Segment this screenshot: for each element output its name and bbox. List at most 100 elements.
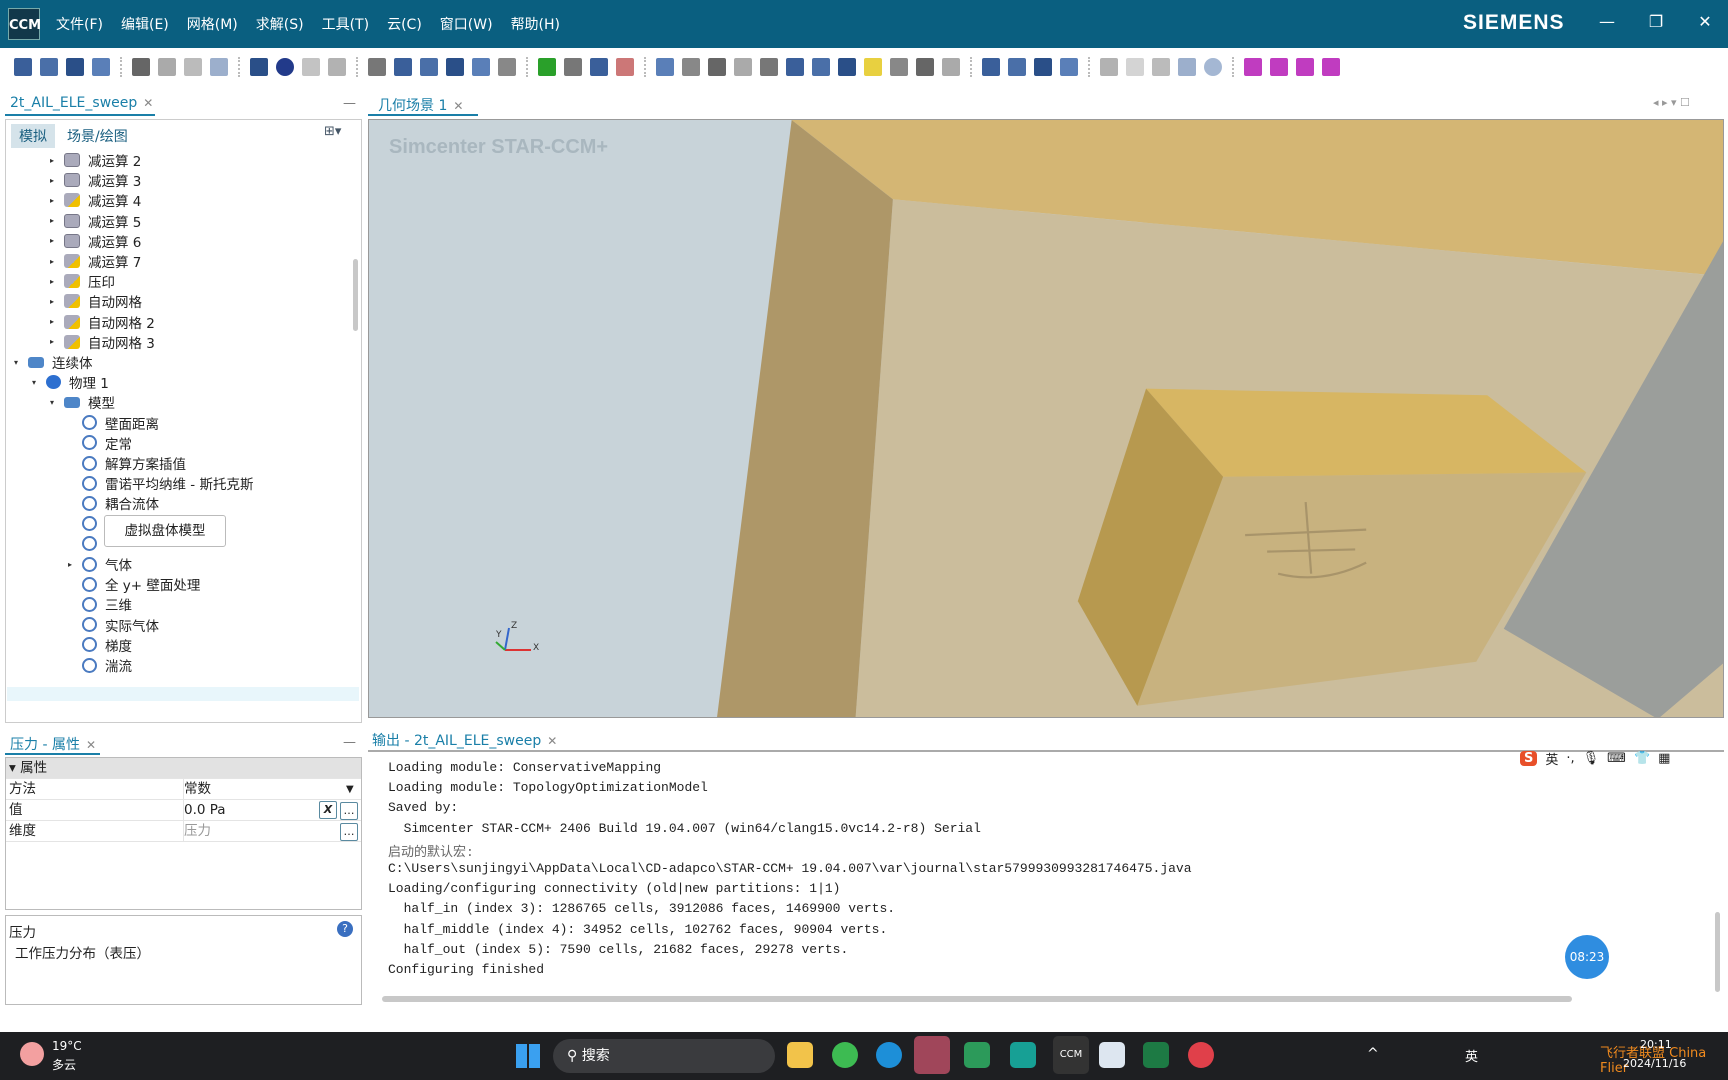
filter-icon[interactable]: [394, 58, 412, 76]
redo-icon[interactable]: [210, 58, 228, 76]
scene-icon[interactable]: [656, 58, 674, 76]
shirt-icon[interactable]: 👕: [1634, 751, 1650, 766]
tree-item[interactable]: 湍流: [68, 655, 132, 675]
menu-item[interactable]: 窗口(W): [440, 14, 493, 34]
volume-icon[interactable]: [498, 58, 516, 76]
edge-icon[interactable]: [876, 1042, 902, 1068]
save-as-icon[interactable]: [92, 58, 110, 76]
tree-options-icon[interactable]: ⊞▾: [324, 124, 341, 139]
expand-arrow-icon[interactable]: ▸: [50, 297, 60, 306]
record-icon[interactable]: [276, 58, 294, 76]
menu-item[interactable]: 求解(S): [256, 14, 304, 34]
flag-icon[interactable]: [538, 58, 556, 76]
light-icon[interactable]: [1060, 58, 1078, 76]
tree-item[interactable]: ▸ 减运算 5: [50, 211, 141, 231]
minimize-panel-button[interactable]: —: [343, 96, 356, 111]
clock-time[interactable]: 20:11: [1640, 1038, 1672, 1051]
tree-item[interactable]: ▾ 模型: [50, 392, 115, 412]
close-icon[interactable]: ✕: [86, 738, 96, 752]
tree-item[interactable]: ▾ 物理 1: [32, 372, 109, 392]
part-a-icon[interactable]: [1244, 58, 1262, 76]
table-icon[interactable]: [942, 58, 960, 76]
play-icon[interactable]: [1100, 58, 1118, 76]
tree-scrollbar[interactable]: [353, 259, 358, 331]
menu-item[interactable]: 编辑(E): [121, 14, 169, 34]
minimize-panel-button[interactable]: —: [343, 735, 356, 750]
new-sim-icon[interactable]: [14, 58, 32, 76]
chevron-down-icon[interactable]: ▼: [346, 779, 354, 800]
tree-item[interactable]: 梯度: [68, 635, 132, 655]
menu-item[interactable]: 云(C): [387, 14, 422, 34]
help-icon[interactable]: ?: [337, 921, 353, 937]
tab-output[interactable]: 输出 - 2t_AIL_ELE_sweep ✕: [372, 730, 557, 750]
search-box[interactable]: ⚲ 搜索: [553, 1039, 775, 1073]
tree-item[interactable]: 定常: [68, 433, 132, 453]
prev-icon[interactable]: [1152, 58, 1170, 76]
tree-item[interactable]: 雷诺平均纳维 - 斯托克斯: [68, 473, 253, 493]
undo-icon[interactable]: [184, 58, 202, 76]
tree-item[interactable]: ▾ 连续体: [14, 352, 93, 372]
tree-item[interactable]: 全 y+ 壁面处理: [68, 574, 200, 594]
tree-item[interactable]: [68, 534, 105, 554]
expand-arrow-icon[interactable]: ▸: [50, 277, 60, 286]
menu-item[interactable]: 工具(T): [322, 14, 369, 34]
wechat-icon[interactable]: [832, 1042, 858, 1068]
method-select[interactable]: 常数: [184, 779, 211, 800]
forward-icon[interactable]: [812, 58, 830, 76]
subtab-scenes[interactable]: 场景/绘图: [59, 124, 136, 148]
tree-item[interactable]: ▸ 减运算 3: [50, 170, 141, 190]
value-input[interactable]: 0.0 Pa: [184, 800, 226, 821]
circle-icon[interactable]: [1204, 58, 1222, 76]
close-button[interactable]: ✕: [1690, 12, 1720, 31]
surface-icon[interactable]: [472, 58, 490, 76]
3d-viewport[interactable]: Simcenter STAR-CCM+ X Z Y: [368, 119, 1724, 718]
select-icon[interactable]: [734, 58, 752, 76]
part-b-icon[interactable]: [1270, 58, 1288, 76]
output-hscrollbar[interactable]: [382, 996, 1572, 1002]
tree-item[interactable]: [68, 514, 105, 534]
tray-chevron-icon[interactable]: ^: [1367, 1046, 1379, 1062]
excel-icon[interactable]: [1143, 1042, 1169, 1068]
tab-properties[interactable]: 压力 - 属性 ✕: [10, 734, 96, 754]
start-icon[interactable]: [516, 1044, 540, 1068]
view-3d-icon[interactable]: [838, 58, 856, 76]
notepad-icon[interactable]: [1099, 1042, 1125, 1068]
tab-simulation[interactable]: 2t_AIL_ELE_sweep ✕: [10, 95, 153, 111]
timer-bubble[interactable]: 08:23: [1565, 935, 1609, 979]
expand-arrow-icon[interactable]: ▸: [50, 257, 60, 266]
ellipsis-button[interactable]: …: [340, 802, 358, 820]
tree-item[interactable]: ▸ 减运算 6: [50, 231, 141, 251]
mesh-icon[interactable]: [420, 58, 438, 76]
geometry-icon[interactable]: [368, 58, 386, 76]
close-icon[interactable]: ✕: [453, 99, 463, 113]
tab-geometry-scene[interactable]: 几何场景 1 ✕: [378, 95, 463, 115]
grid-icon[interactable]: ▦: [1658, 751, 1670, 766]
tree-item[interactable]: ▸ 自动网格 3: [50, 332, 155, 352]
expand-arrow-icon[interactable]: ▸: [50, 176, 60, 185]
table2-icon[interactable]: [1008, 58, 1026, 76]
keyboard-icon[interactable]: ⌨: [1607, 751, 1626, 766]
expand-arrow-icon[interactable]: ▾: [14, 358, 24, 367]
ellipsis-button[interactable]: …: [340, 823, 358, 841]
ime-lang[interactable]: 英: [1545, 749, 1558, 768]
tree-item[interactable]: 实际气体: [68, 615, 159, 635]
tree-item[interactable]: ▸ 压印: [50, 271, 115, 291]
tree-item[interactable]: 解算方案插值: [68, 453, 186, 473]
tree-item[interactable]: 耦合流体: [68, 493, 159, 513]
delete-mesh-icon[interactable]: [446, 58, 464, 76]
restore-button[interactable]: ❐: [1641, 12, 1671, 31]
expand-arrow-icon[interactable]: ▸: [50, 337, 60, 346]
step-icon[interactable]: [564, 58, 582, 76]
tree-item[interactable]: ▸ 减运算 7: [50, 251, 141, 271]
output-vscrollbar[interactable]: [1715, 912, 1720, 992]
remote-icon[interactable]: [964, 1042, 990, 1068]
tree-item[interactable]: 壁面距离: [68, 413, 159, 433]
tree-item[interactable]: ▸ 自动网格 2: [50, 312, 155, 332]
expand-arrow-icon[interactable]: ▾: [50, 398, 60, 407]
run-icon[interactable]: [250, 58, 268, 76]
file-explorer-icon[interactable]: [787, 1042, 813, 1068]
expression-button[interactable]: X: [319, 801, 337, 819]
stop-icon[interactable]: [328, 58, 346, 76]
run-step-icon[interactable]: [590, 58, 608, 76]
paste-icon[interactable]: [158, 58, 176, 76]
